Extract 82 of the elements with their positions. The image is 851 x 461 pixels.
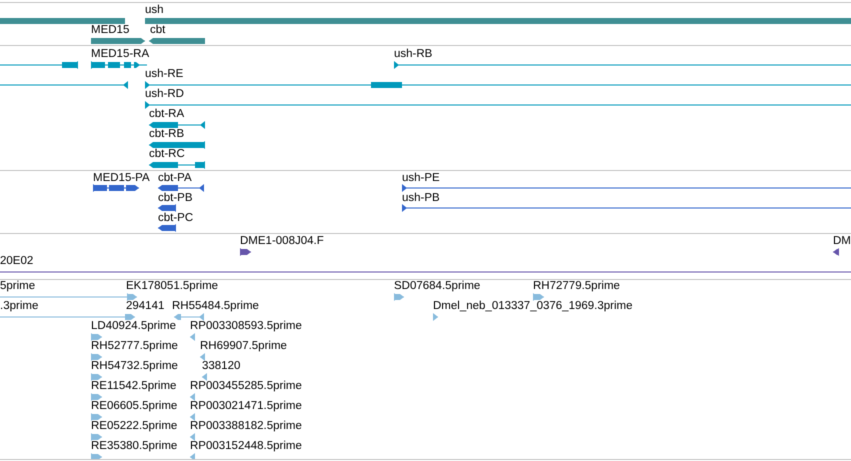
feature-label: cbt-RC (149, 148, 185, 160)
feature-label: RP003455285.5prime (190, 380, 302, 392)
feature-label: RH55484.5prime (172, 300, 259, 312)
feature-label: RP003152448.5prime (190, 440, 302, 452)
est-glyph[interactable] (190, 433, 195, 441)
protein-glyph[interactable] (158, 224, 176, 232)
gene-bar[interactable] (149, 37, 205, 45)
feature-label: MED15-PA (93, 172, 150, 184)
transcript-glyph[interactable] (145, 81, 851, 89)
est-glyph[interactable] (91, 333, 102, 341)
est-glyph[interactable] (394, 293, 404, 301)
transcript-glyph[interactable] (149, 121, 205, 129)
est-glyph[interactable] (200, 353, 205, 361)
feature-label: 338120 (202, 360, 240, 372)
feature-label: RP003388182.5prime (190, 420, 302, 432)
clone-glyph[interactable] (240, 248, 251, 256)
est-glyph[interactable] (0, 313, 135, 321)
transcript-glyph[interactable] (394, 61, 851, 69)
feature-label: RE35380.5prime (91, 440, 178, 452)
est-glyph[interactable] (190, 393, 195, 401)
est-glyph[interactable] (91, 453, 102, 459)
feature-label: RP003308593.5prime (190, 320, 302, 332)
feature-label: RH52777.5prime (91, 340, 178, 352)
est-glyph[interactable] (190, 413, 195, 421)
est-glyph[interactable] (202, 373, 207, 381)
est-glyph[interactable] (533, 293, 544, 301)
feature-label: ush-RB (394, 48, 432, 60)
transcript-glyph[interactable] (149, 141, 205, 149)
transcript-glyph[interactable] (0, 61, 78, 69)
feature-label: cbt-PB (158, 192, 193, 204)
feature-label: DME1-008J04.F (240, 235, 324, 247)
feature-label: RP003021471.5prime (190, 400, 302, 412)
feature-label: 5prime (0, 280, 36, 292)
protein-glyph[interactable] (402, 184, 851, 192)
transcript-glyph[interactable] (149, 161, 205, 169)
feature-label: RE06605.5prime (91, 400, 178, 412)
protein-glyph[interactable] (93, 184, 139, 192)
feature-label: Dmel_neb_013337_0376_1969.3prime (433, 300, 632, 312)
feature-label: ush-PE (402, 172, 440, 184)
est-glyph[interactable] (190, 453, 195, 459)
feature-label: RH72779.5prime (533, 280, 620, 292)
est-glyph[interactable] (190, 333, 195, 341)
est-glyph[interactable] (91, 433, 102, 441)
gene-bar[interactable] (0, 17, 125, 25)
transcript-glyph[interactable] (145, 101, 851, 109)
protein-glyph[interactable] (158, 204, 176, 212)
feature-label: cbt (150, 24, 166, 36)
feature-label: cbt-RB (149, 128, 184, 140)
feature-label: EK178051.5prime (126, 280, 218, 292)
feature-label: 20E02 (0, 255, 34, 267)
est-glyph[interactable] (174, 313, 204, 321)
est-glyph[interactable] (91, 413, 102, 421)
feature-label: RH69907.5prime (200, 340, 287, 352)
transcript-glyph[interactable] (91, 61, 147, 69)
feature-label: ush-RD (145, 88, 184, 100)
est-glyph[interactable] (91, 373, 102, 381)
feature-label: MED15-RA (91, 48, 150, 60)
protein-glyph[interactable] (158, 184, 204, 192)
feature-label: SD07684.5prime (394, 280, 480, 292)
feature-label: LD40924.5prime (91, 320, 176, 332)
feature-label: cbt-PC (158, 212, 194, 224)
protein-glyph[interactable] (402, 204, 851, 212)
feature-label: 294141 (126, 300, 164, 312)
feature-label: RH54732.5prime (91, 360, 178, 372)
clone-glyph[interactable] (833, 248, 839, 256)
feature-label: DM (833, 235, 851, 247)
feature-label: .3prime (0, 300, 38, 312)
gene-bar[interactable] (91, 37, 145, 45)
feature-label: RE05222.5prime (91, 420, 178, 432)
est-glyph[interactable] (433, 313, 438, 321)
est-glyph[interactable] (91, 353, 102, 361)
feature-label: MED15 (91, 24, 130, 36)
feature-label: RE11542.5prime (91, 380, 176, 392)
feature-label: ush-RE (145, 68, 184, 80)
gene-bar[interactable] (145, 17, 851, 25)
est-glyph[interactable] (127, 293, 137, 301)
transcript-glyph[interactable] (0, 81, 128, 89)
feature-label: cbt-RA (149, 108, 184, 120)
est-glyph[interactable] (91, 393, 102, 401)
feature-label: ush (145, 4, 164, 16)
feature-label: ush-PB (402, 192, 440, 204)
feature-label: cbt-PA (158, 172, 192, 184)
